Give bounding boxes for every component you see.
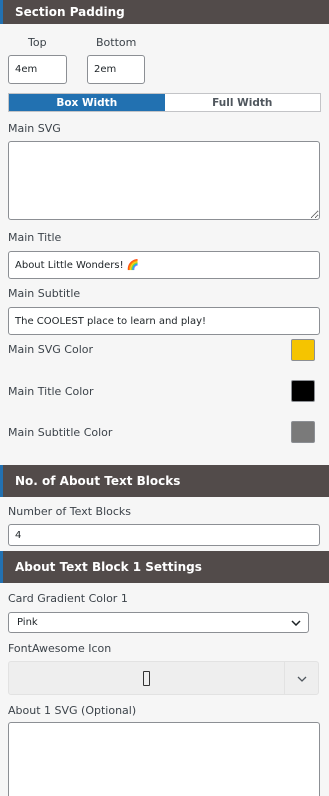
block1-header: About Text Block 1 Settings <box>0 551 329 583</box>
about-blocks-header: No. of About Text Blocks <box>0 465 329 497</box>
main-svg-color-swatch[interactable] <box>291 339 315 361</box>
top-label: Top <box>28 36 47 49</box>
box-width-option[interactable]: Box Width <box>9 94 165 111</box>
number-of-blocks-input[interactable]: 4 <box>8 524 320 546</box>
main-title-color-swatch[interactable] <box>291 380 315 402</box>
bottom-label: Bottom <box>96 36 137 49</box>
icon-preview <box>9 662 284 694</box>
fontawesome-icon-picker[interactable] <box>8 661 319 695</box>
main-subtitle-input[interactable]: The COOLEST place to learn and play! <box>8 307 320 335</box>
main-svg-label: Main SVG <box>8 122 61 135</box>
icon-picker-dropdown[interactable] <box>284 662 318 694</box>
width-toggle[interactable]: Box Width Full Width <box>8 93 321 112</box>
main-subtitle-label: Main Subtitle <box>8 287 81 300</box>
empty-glyph-icon <box>143 670 150 686</box>
chevron-down-icon <box>288 615 304 631</box>
section-padding-header: Section Padding <box>0 0 329 24</box>
main-title-input[interactable]: About Little Wonders! 🌈 <box>8 251 320 279</box>
about1-svg-textarea[interactable] <box>8 722 320 796</box>
chevron-down-icon <box>297 672 307 685</box>
main-subtitle-color-label: Main Subtitle Color <box>8 426 113 439</box>
about1-svg-label: About 1 SVG (Optional) <box>8 704 137 717</box>
number-of-blocks-label: Number of Text Blocks <box>8 505 132 518</box>
main-subtitle-color-swatch[interactable] <box>291 421 315 443</box>
card-gradient-select[interactable]: Pink <box>8 612 309 633</box>
padding-bottom-input[interactable]: 2em <box>87 55 145 84</box>
fontawesome-icon-label: FontAwesome Icon <box>8 642 112 655</box>
main-title-color-label: Main Title Color <box>8 385 94 398</box>
full-width-option[interactable]: Full Width <box>165 94 321 111</box>
main-svg-textarea[interactable] <box>8 141 320 220</box>
card-gradient-label: Card Gradient Color 1 <box>8 592 128 605</box>
main-title-label: Main Title <box>8 231 62 244</box>
padding-top-input[interactable]: 4em <box>8 55 67 84</box>
main-svg-color-label: Main SVG Color <box>8 343 94 356</box>
card-gradient-value: Pink <box>17 617 38 628</box>
